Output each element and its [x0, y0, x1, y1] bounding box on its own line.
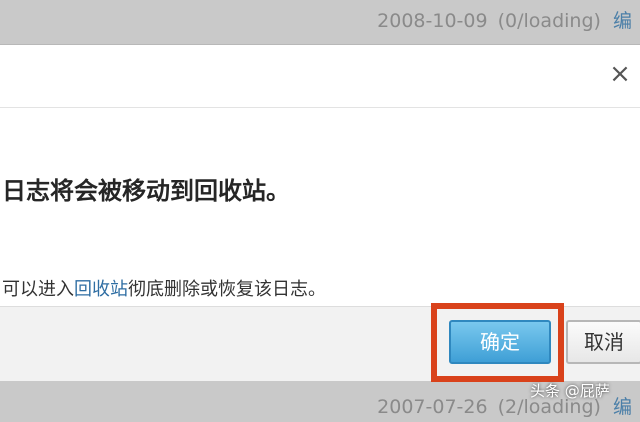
- article-edit-link[interactable]: 编: [613, 10, 632, 32]
- confirm-button[interactable]: 确定: [449, 320, 551, 364]
- dialog-header: ×: [0, 45, 640, 108]
- recycle-bin-link[interactable]: 回收站: [74, 279, 128, 300]
- dialog-subtext: 可以进入回收站彻底删除或恢复该日志。: [2, 275, 326, 301]
- background-article-row-top: 2008-10-09 (0/loading) 编: [0, 6, 640, 36]
- article-edit-link[interactable]: 编: [613, 396, 632, 418]
- article-status: (0/loading): [497, 10, 601, 32]
- article-date: 2008-10-09: [377, 10, 488, 32]
- dialog-headline: 日志将会被移动到回收站。: [2, 177, 290, 205]
- close-icon[interactable]: ×: [607, 61, 633, 87]
- cancel-button[interactable]: 取消: [566, 320, 640, 364]
- dialog-subtext-suffix: 彻底删除或恢复该日志。: [128, 279, 326, 300]
- watermark: 头条 @屁萨: [530, 382, 610, 400]
- article-date: 2007-07-26: [377, 396, 488, 418]
- dialog-subtext-prefix: 可以进入: [2, 279, 74, 300]
